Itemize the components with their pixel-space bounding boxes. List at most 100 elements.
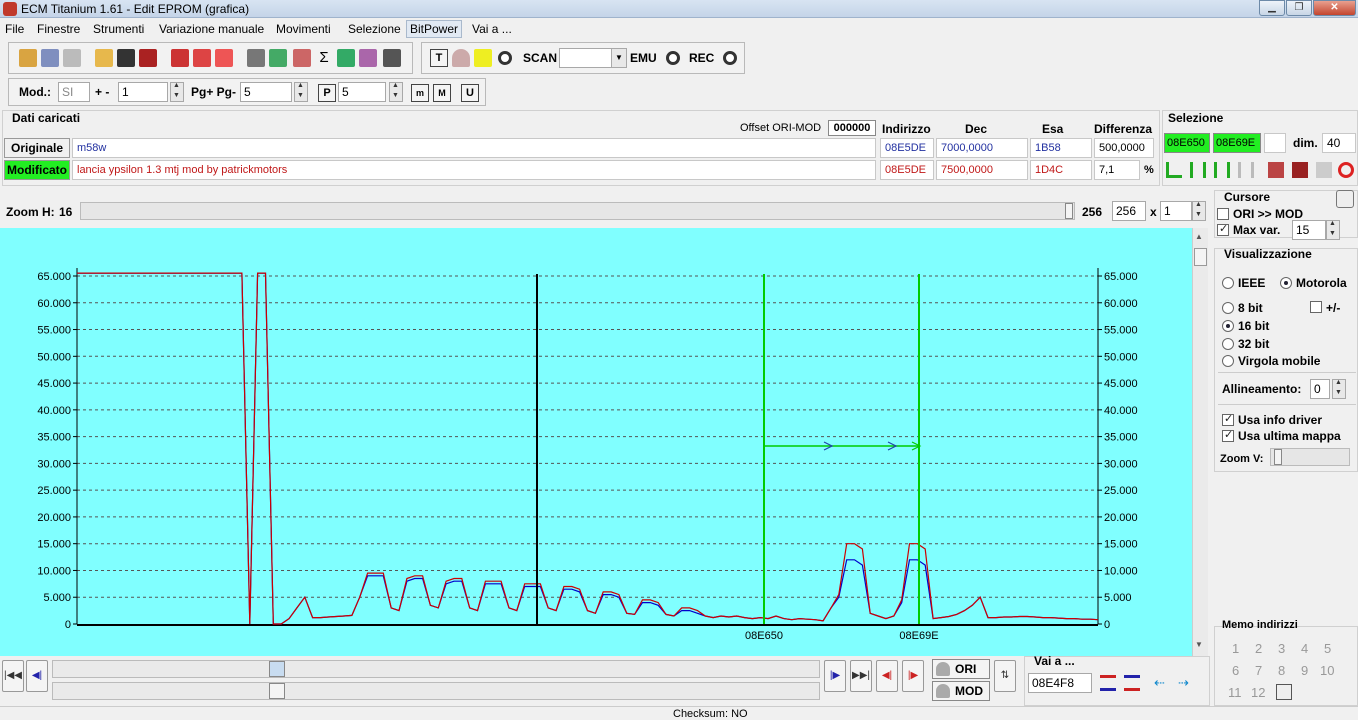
rec-dot-icon[interactable] — [723, 51, 737, 65]
ieee-radio[interactable] — [1222, 277, 1234, 289]
pg-spinner[interactable] — [294, 82, 308, 102]
paste-disabled-icon[interactable] — [1316, 162, 1332, 178]
usa-ultima-checkbox[interactable] — [1222, 428, 1234, 442]
chart-svg[interactable]: 65.000 65.000 60.000 60.000 55.000 55.000 50.0… — [0, 228, 1192, 656]
grid-icon[interactable] — [359, 49, 377, 67]
save-as-icon[interactable] — [139, 49, 157, 67]
zoom-width-field[interactable]: 256 — [1112, 201, 1146, 221]
u-button[interactable]: U — [461, 84, 479, 102]
goto-ori-icon[interactable] — [1100, 675, 1116, 691]
plusminus-spinner[interactable] — [170, 82, 184, 102]
chart-vertical-scrollbar[interactable]: ▲ ▼ — [1192, 228, 1208, 656]
chart-area[interactable]: 65.000 65.000 60.000 60.000 55.000 55.000 50.0… — [0, 228, 1192, 656]
maximize-button[interactable]: ❐ — [1286, 0, 1312, 16]
chevron-down-icon[interactable]: ▼ — [611, 49, 626, 67]
pg-field[interactable]: 5 — [240, 82, 292, 102]
select-h-icon[interactable] — [1214, 162, 1230, 178]
m-small-button[interactable]: m — [411, 84, 429, 102]
refresh-icon[interactable] — [1338, 162, 1354, 178]
battery-icon[interactable] — [269, 49, 287, 67]
zoom-v-slider[interactable] — [1270, 448, 1350, 466]
select-x-icon[interactable] — [1190, 162, 1206, 178]
copy-icon[interactable] — [1268, 162, 1284, 178]
memo-7[interactable]: 7 — [1255, 663, 1262, 678]
horizontal-scrollbar-2[interactable] — [52, 682, 820, 700]
goto-mod-icon[interactable] — [1124, 675, 1140, 691]
lock-icon[interactable] — [452, 49, 470, 67]
zoom-v-thumb[interactable] — [1274, 449, 1282, 465]
next-button[interactable]: |▶ — [824, 660, 846, 692]
forward-arrow-icon[interactable]: ⇢ — [1178, 675, 1189, 691]
menu-movimenti[interactable]: Movimenti — [276, 22, 331, 36]
horizontal-scrollbar-1[interactable] — [52, 660, 820, 678]
zoom-h-slider[interactable] — [80, 202, 1075, 220]
m-large-button[interactable]: M — [433, 84, 451, 102]
windows-icon[interactable] — [41, 49, 59, 67]
max-var-spinner[interactable] — [1326, 220, 1340, 240]
run-icon[interactable] — [474, 49, 492, 67]
vai-a-field[interactable]: 08E4F8 — [1028, 673, 1092, 693]
menu-file[interactable]: File — [5, 22, 24, 36]
select-left-icon[interactable] — [1166, 162, 1182, 178]
hscroll-thumb-2[interactable] — [269, 683, 285, 699]
edit-icon[interactable] — [247, 49, 265, 67]
menu-strumenti[interactable]: Strumenti — [93, 22, 144, 36]
usa-info-checkbox[interactable] — [1222, 412, 1234, 426]
memo-10[interactable]: 10 — [1320, 663, 1334, 678]
record-dot-icon[interactable] — [498, 51, 512, 65]
zoom-mult-field[interactable]: 1 — [1160, 201, 1192, 221]
hscroll-thumb-1[interactable] — [269, 661, 285, 677]
panel-icon[interactable] — [63, 49, 81, 67]
8bit-radio[interactable] — [1222, 302, 1234, 314]
memo-edit-icon[interactable] — [1276, 684, 1292, 700]
memo-2[interactable]: 2 — [1255, 641, 1262, 656]
memo-8[interactable]: 8 — [1278, 663, 1285, 678]
memo-4[interactable]: 4 — [1301, 641, 1308, 656]
paste-icon[interactable] — [1292, 162, 1308, 178]
virgola-radio[interactable] — [1222, 355, 1234, 367]
dim-field[interactable]: 40 — [1322, 133, 1356, 153]
menu-vai-a[interactable]: Vai a ... — [472, 22, 512, 36]
next-diff-button[interactable]: |▶ — [902, 660, 924, 692]
menu-bitpower[interactable]: BitPower — [406, 20, 463, 38]
scroll-down-icon[interactable]: ▼ — [1195, 640, 1203, 649]
prev-diff-button[interactable]: ◀| — [876, 660, 898, 692]
zoom-h-thumb[interactable] — [1065, 203, 1073, 219]
calculator-icon[interactable] — [193, 49, 211, 67]
max-var-field[interactable]: 15 — [1292, 220, 1326, 240]
memo-5[interactable]: 5 — [1324, 641, 1331, 656]
swap-button[interactable]: ⇅ — [994, 660, 1016, 692]
menu-variazione-manuale[interactable]: Variazione manuale — [159, 22, 264, 36]
binoculars-icon[interactable] — [383, 49, 401, 67]
scroll-up-icon[interactable]: ▲ — [1195, 232, 1203, 241]
16bit-radio[interactable] — [1222, 320, 1234, 332]
open-folder-icon[interactable] — [95, 49, 113, 67]
memo-9[interactable]: 9 — [1301, 663, 1308, 678]
select-disabled-icon[interactable] — [1238, 162, 1254, 178]
cursor-lock-icon[interactable] — [1336, 190, 1354, 208]
memo-1[interactable]: 1 — [1232, 641, 1239, 656]
first-button[interactable]: |◀◀ — [2, 660, 24, 692]
zero-icon[interactable] — [215, 49, 233, 67]
memo-3[interactable]: 3 — [1278, 641, 1285, 656]
selection-end[interactable]: 08E69E — [1213, 133, 1261, 153]
memo-12[interactable]: 12 — [1251, 685, 1265, 700]
p-spinner[interactable] — [389, 82, 403, 102]
selection-extra[interactable] — [1264, 133, 1286, 153]
mod-field[interactable]: SI — [58, 82, 90, 102]
motorola-radio[interactable] — [1280, 277, 1292, 289]
p-field[interactable]: 5 — [338, 82, 386, 102]
ori-mod-checkbox[interactable] — [1217, 208, 1229, 220]
memo-11[interactable]: 11 — [1228, 685, 1242, 700]
plusminus-field[interactable]: 1 — [118, 82, 168, 102]
last-button[interactable]: ▶▶| — [850, 660, 872, 692]
save-icon[interactable] — [117, 49, 135, 67]
checklist-icon[interactable] — [171, 49, 189, 67]
sum-icon[interactable]: Σ — [315, 49, 333, 67]
memo-6[interactable]: 6 — [1232, 663, 1239, 678]
minimize-button[interactable]: ▁ — [1259, 0, 1285, 16]
plusminus-checkbox[interactable] — [1310, 301, 1322, 313]
zoom-mult-spinner[interactable] — [1192, 201, 1206, 221]
scroll-thumb[interactable] — [1194, 248, 1207, 266]
p-button-icon[interactable]: P — [318, 84, 336, 102]
